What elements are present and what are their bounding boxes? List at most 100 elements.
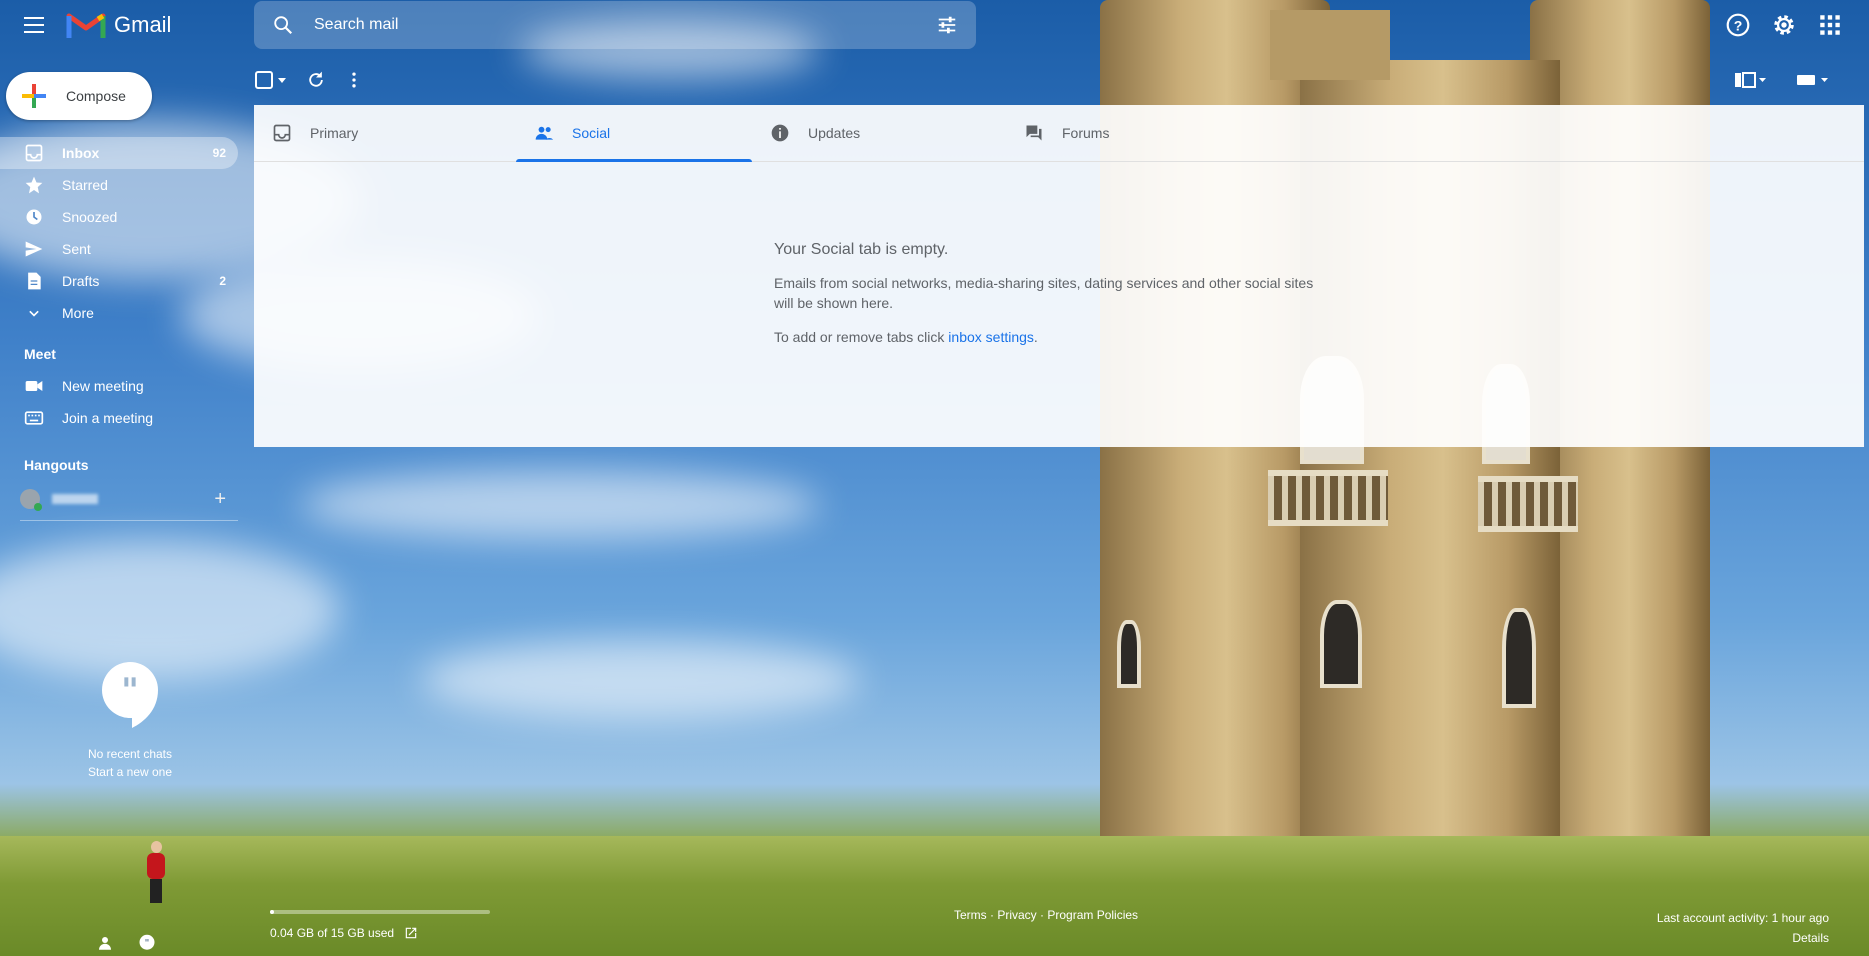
join-meeting-item[interactable]: Join a meeting [0,402,238,434]
program-policies-link[interactable]: Program Policies [1047,908,1138,922]
inbox-settings-link[interactable]: inbox settings [948,329,1034,345]
svg-text:?: ? [1734,17,1743,33]
gmail-logo[interactable]: Gmail [66,8,171,42]
footer-separator: · [986,908,998,922]
compose-plus-icon [22,84,46,108]
terms-link[interactable]: Terms [954,908,987,922]
nav-label: Inbox [62,145,100,161]
open-external-icon[interactable] [404,926,418,940]
mail-nav: Inbox 92 Starred Snoozed Sent Drafts 2 M… [0,137,238,329]
tab-primary[interactable]: Primary [254,105,516,161]
storage-bar-fill [270,910,275,914]
add-chat-icon[interactable]: + [214,488,226,511]
help-icon[interactable]: ? [1725,12,1751,38]
nav-item-inbox[interactable]: Inbox 92 [0,137,238,169]
hangouts-user-row[interactable]: + [20,484,238,514]
chevron-down-icon [29,310,39,317]
apps-grid-icon[interactable] [1817,12,1843,38]
video-camera-icon [25,381,43,391]
search-options-icon[interactable] [936,14,958,36]
settings-hint-suffix: . [1033,329,1038,345]
inbox-tray-icon [273,124,291,142]
hangouts-chat-icon[interactable]: " [138,934,156,952]
avatar [20,489,42,511]
nav-label: Drafts [62,273,100,289]
privacy-link[interactable]: Privacy [997,908,1036,922]
draft-document-icon [28,272,41,290]
people-icon [535,126,554,140]
start-new-chat-link[interactable]: Start a new one [70,765,190,779]
tab-updates[interactable]: Updates [752,105,1004,161]
no-recent-chats-text: No recent chats [87,747,173,761]
search-input[interactable] [312,15,936,35]
nav-item-drafts[interactable]: Drafts 2 [0,265,238,297]
new-meeting-item[interactable]: New meeting [0,370,238,402]
refresh-button[interactable] [306,66,326,94]
mail-toolbar [254,66,364,94]
empty-state: Your Social tab is empty. Emails from so… [774,241,1334,347]
hangouts-section-title: Hangouts [24,457,89,473]
split-pane-toggle-icon[interactable] [1733,70,1767,90]
view-tools [1733,70,1829,90]
select-all-checkbox[interactable] [254,66,288,94]
star-icon [25,176,43,194]
tab-label: Forums [1062,125,1110,141]
nav-label: Starred [62,177,108,193]
search-icon[interactable] [272,14,294,36]
storage-text: 0.04 GB of 15 GB used [270,926,395,940]
main-menu-button[interactable] [20,12,48,40]
person-figure [145,841,167,903]
forum-chat-icon [1026,125,1042,141]
no-chats-panel: " No recent chats Start a new one [70,660,190,779]
tab-forums[interactable]: Forums [1006,105,1258,161]
compose-button[interactable]: Compose [6,72,152,120]
mail-content-panel: Primary Social Updates Forums Your Socia… [254,105,1864,447]
hangouts-bottom-bar: " [96,934,156,952]
meet-label: Join a meeting [62,410,154,426]
more-vertical-icon [352,72,356,88]
settings-hint-prefix: To add or remove tabs click [774,329,949,345]
clock-icon [26,209,42,225]
meet-section: New meeting Join a meeting [0,370,238,434]
nav-label: More [62,305,94,321]
last-activity-text: Last account activity: 1 hour ago [1656,911,1829,925]
svg-text:": " [145,939,150,949]
nav-item-sent[interactable]: Sent [0,233,238,265]
storage-usage: 0.04 GB of 15 GB used [270,910,490,940]
empty-state-settings-hint: To add or remove tabs click inbox settin… [774,327,1334,347]
gmail-m-icon [66,13,106,38]
compose-label: Compose [66,88,126,104]
unread-count: 92 [212,146,226,160]
hangouts-divider [20,520,238,521]
empty-state-title: Your Social tab is empty. [774,241,949,258]
contacts-person-icon[interactable] [96,934,114,952]
gmail-wordmark: Gmail [114,12,172,37]
nav-item-starred[interactable]: Starred [0,169,238,201]
account-activity: Last account activity: 1 hour ago Detail… [1657,908,1829,948]
meet-label: New meeting [62,378,144,394]
tab-social[interactable]: Social [516,105,752,162]
inbox-icon [25,144,43,162]
info-icon [771,124,789,142]
nav-item-more[interactable]: More [0,297,238,329]
nav-label: Snoozed [62,209,118,225]
meet-section-title: Meet [24,346,56,362]
draft-count: 2 [219,274,226,288]
storage-bar [270,910,490,914]
activity-details-link[interactable]: Details [1792,931,1829,945]
search-bar[interactable] [254,1,976,49]
tab-label: Primary [310,125,359,141]
header-actions: ? [1725,12,1843,38]
redacted-username [52,494,98,504]
nav-label: Sent [62,241,91,257]
svg-text:": " [121,671,139,711]
settings-gear-icon[interactable] [1771,12,1797,38]
nav-item-snoozed[interactable]: Snoozed [0,201,238,233]
empty-state-description: Emails from social networks, media-shari… [774,275,1314,311]
footer-links: Terms · Privacy · Program Policies [954,908,1138,922]
keyboard-icon [24,411,44,425]
tab-label: Social [572,125,611,141]
more-options-button[interactable] [344,66,364,94]
refresh-icon [309,71,323,87]
input-tools-keyboard-icon[interactable] [1795,70,1829,90]
